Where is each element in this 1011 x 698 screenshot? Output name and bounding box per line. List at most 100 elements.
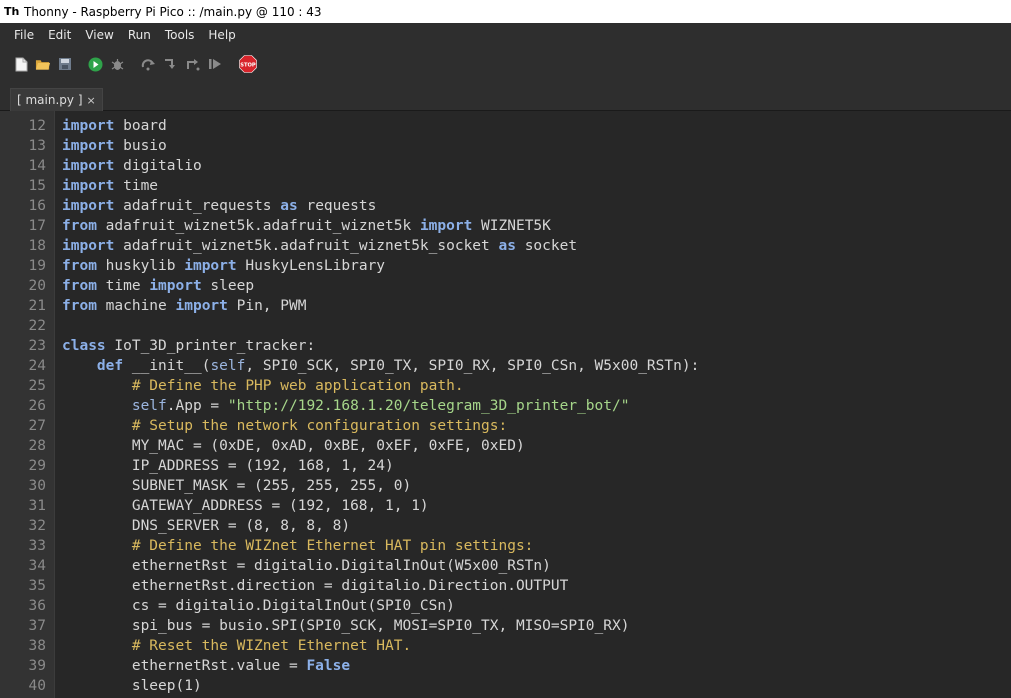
code-token: time (114, 178, 159, 194)
code-line[interactable]: 34 ethernetRst = digitalio.DigitalInOut(… (0, 556, 1011, 576)
code-token: from (62, 298, 97, 314)
code-text[interactable]: self.App = "http://192.168.1.20/telegram… (62, 396, 630, 416)
code-area[interactable]: 12 import board 13 import busio 14 import dig… (0, 116, 1011, 696)
code-line[interactable]: 25 # Define the PHP web application path… (0, 376, 1011, 396)
new-file-icon[interactable] (13, 56, 29, 72)
menu-file[interactable]: File (7, 23, 41, 48)
code-line[interactable]: 28 MY_MAC = (0xDE, 0xAD, 0xBE, 0xEF, 0xF… (0, 436, 1011, 456)
code-token: WIZNET5K (472, 218, 551, 234)
run-icon[interactable] (87, 56, 103, 72)
code-line[interactable]: 35 ethernetRst.direction = digitalio.Dir… (0, 576, 1011, 596)
code-text[interactable]: ethernetRst.direction = digitalio.Direct… (62, 576, 569, 596)
code-line[interactable]: 30 SUBNET_MASK = (255, 255, 255, 0) (0, 476, 1011, 496)
line-number: 35 (28, 578, 46, 594)
menu-run[interactable]: Run (121, 23, 158, 48)
code-text[interactable]: SUBNET_MASK = (255, 255, 255, 0) (62, 476, 411, 496)
step-out-icon[interactable] (185, 56, 201, 72)
code-line[interactable]: 15 import time (0, 176, 1011, 196)
menu-tools[interactable]: Tools (158, 23, 202, 48)
code-text[interactable]: import adafruit_requests as requests (62, 196, 376, 216)
code-text[interactable]: import adafruit_wiznet5k.adafruit_wiznet… (62, 236, 577, 256)
code-token: Pin, PWM (227, 298, 307, 314)
code-line[interactable]: 39 ethernetRst.value = False (0, 656, 1011, 676)
code-token: as (498, 238, 516, 254)
code-line[interactable]: 12 import board (0, 116, 1011, 136)
code-line[interactable]: 32 DNS_SERVER = (8, 8, 8, 8) (0, 516, 1011, 536)
code-token: __init__( (123, 358, 211, 374)
code-line[interactable]: 23 class IoT_3D_printer_tracker: (0, 336, 1011, 356)
step-over-icon[interactable] (141, 56, 157, 72)
menu-help[interactable]: Help (201, 23, 242, 48)
code-line[interactable]: 26 self.App = "http://192.168.1.20/teleg… (0, 396, 1011, 416)
code-line[interactable]: 13 import busio (0, 136, 1011, 156)
code-token: busio (114, 138, 167, 154)
code-text[interactable]: DNS_SERVER = (8, 8, 8, 8) (62, 516, 350, 536)
code-token: # Define the WIZnet Ethernet HAT pin set… (131, 538, 534, 554)
tab-main-py[interactable]: [ main.py ] × (10, 88, 103, 111)
line-number: 16 (28, 198, 46, 214)
code-line[interactable]: 21 from machine import Pin, PWM (0, 296, 1011, 316)
tab-label: [ main.py ] (17, 92, 83, 107)
code-text[interactable]: ethernetRst.value = False (62, 656, 350, 676)
code-text[interactable]: def __init__(self, SPI0_SCK, SPI0_TX, SP… (62, 356, 699, 376)
code-line[interactable]: 22 (0, 316, 1011, 336)
code-text[interactable]: import busio (62, 136, 167, 156)
code-line[interactable]: 14 import digitalio (0, 156, 1011, 176)
code-line[interactable]: 40 sleep(1) (0, 676, 1011, 696)
code-text[interactable]: import board (62, 116, 167, 136)
code-token: import (62, 118, 115, 134)
code-token: spi_bus = busio.SPI(SPI0_SCK, MOSI=SPI0_… (62, 618, 630, 634)
code-text[interactable]: IP_ADDRESS = (192, 168, 1, 24) (62, 456, 394, 476)
code-text[interactable]: # Define the PHP web application path. (62, 376, 464, 396)
code-line[interactable]: 18 import adafruit_wiznet5k.adafruit_wizn… (0, 236, 1011, 256)
code-text[interactable]: from machine import Pin, PWM (62, 296, 306, 316)
save-icon[interactable] (57, 56, 73, 72)
code-text[interactable]: import digitalio (62, 156, 202, 176)
stop-icon[interactable]: STOP (239, 55, 257, 73)
code-text[interactable]: cs = digitalio.DigitalInOut(SPI0_CSn) (62, 596, 455, 616)
code-token: import (62, 138, 115, 154)
code-token: board (114, 118, 167, 134)
code-text[interactable]: spi_bus = busio.SPI(SPI0_SCK, MOSI=SPI0_… (62, 616, 630, 636)
code-line[interactable]: 36 cs = digitalio.DigitalInOut(SPI0_CSn) (0, 596, 1011, 616)
code-text[interactable]: class IoT_3D_printer_tracker: (62, 336, 315, 356)
code-line[interactable]: 33 # Define the WIZnet Ethernet HAT pin … (0, 536, 1011, 556)
code-line[interactable]: 17 from adafruit_wiznet5k.adafruit_wiznet… (0, 216, 1011, 236)
code-token: self (210, 358, 246, 374)
code-line[interactable]: 24 def __init__(self, SPI0_SCK, SPI0_TX,… (0, 356, 1011, 376)
code-editor[interactable]: 12 import board 13 import busio 14 import dig… (0, 111, 1011, 698)
code-line[interactable]: 31 GATEWAY_ADDRESS = (192, 168, 1, 1) (0, 496, 1011, 516)
code-text[interactable]: # Define the WIZnet Ethernet HAT pin set… (62, 536, 534, 556)
code-text[interactable]: MY_MAC = (0xDE, 0xAD, 0xBE, 0xEF, 0xFE, … (62, 436, 525, 456)
code-line[interactable]: 20 from time import sleep (0, 276, 1011, 296)
code-token: self (131, 398, 167, 414)
code-text[interactable]: from adafruit_wiznet5k.adafruit_wiznet5k… (62, 216, 551, 236)
code-text[interactable]: # Setup the network configuration settin… (62, 416, 507, 436)
code-token: # Reset the WIZnet Ethernet HAT. (131, 638, 412, 654)
step-into-icon[interactable] (163, 56, 179, 72)
code-line[interactable]: 37 spi_bus = busio.SPI(SPI0_SCK, MOSI=SP… (0, 616, 1011, 636)
line-number: 39 (28, 658, 46, 674)
code-text[interactable]: import time (62, 176, 158, 196)
menu-view[interactable]: View (78, 23, 120, 48)
code-line[interactable]: 27 # Setup the network configuration set… (0, 416, 1011, 436)
code-line[interactable]: 29 IP_ADDRESS = (192, 168, 1, 24) (0, 456, 1011, 476)
thonny-window: Th Thonny - Raspberry Pi Pico :: /main.p… (0, 0, 1011, 698)
open-file-icon[interactable] (35, 56, 51, 72)
code-text[interactable]: sleep(1) (62, 676, 202, 696)
resume-icon[interactable] (207, 56, 223, 72)
code-line[interactable]: 38 # Reset the WIZnet Ethernet HAT. (0, 636, 1011, 656)
code-text[interactable]: GATEWAY_ADDRESS = (192, 168, 1, 1) (62, 496, 429, 516)
menu-edit[interactable]: Edit (41, 23, 78, 48)
code-token: IP_ADDRESS = (192, 168, 1, 24) (62, 458, 394, 474)
code-text[interactable]: ethernetRst = digitalio.DigitalInOut(W5x… (62, 556, 551, 576)
close-icon[interactable]: × (87, 90, 96, 111)
code-text[interactable]: from time import sleep (62, 276, 254, 296)
code-text[interactable]: # Reset the WIZnet Ethernet HAT. (62, 636, 411, 656)
code-line[interactable]: 19 from huskylib import HuskyLensLibrary (0, 256, 1011, 276)
code-text[interactable]: from huskylib import HuskyLensLibrary (62, 256, 385, 276)
debug-icon[interactable] (109, 56, 125, 72)
code-line[interactable]: 16 import adafruit_requests as requests (0, 196, 1011, 216)
